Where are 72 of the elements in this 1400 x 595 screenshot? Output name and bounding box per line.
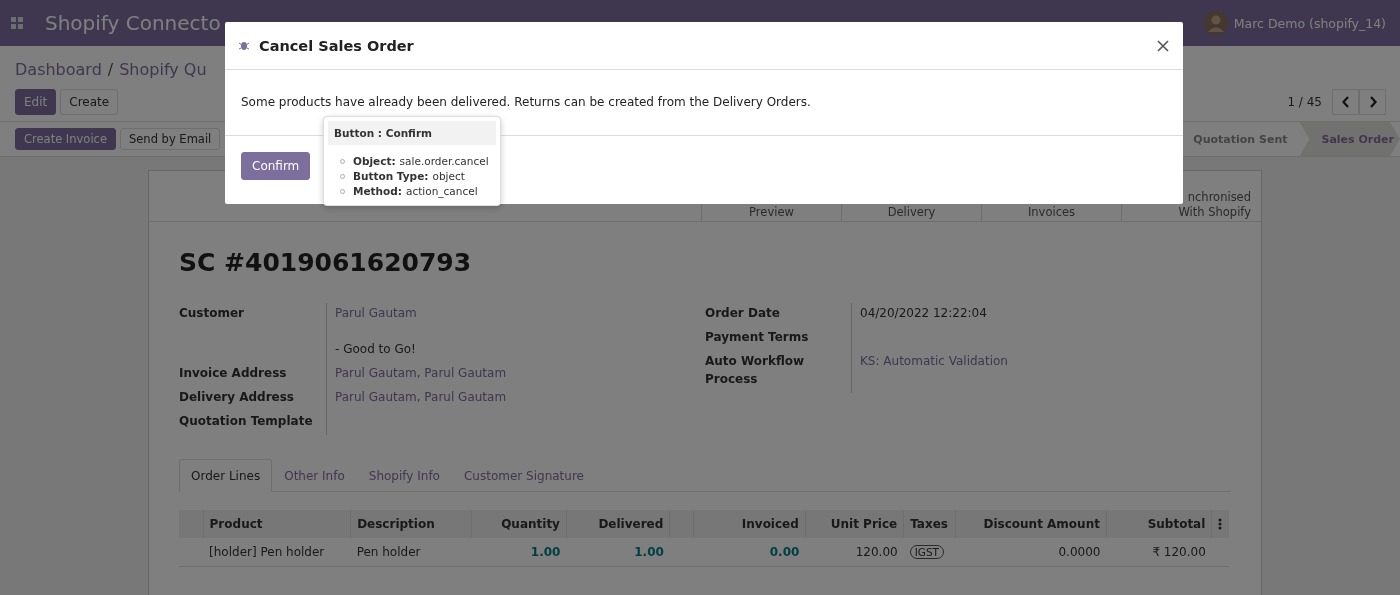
stat-label: Preview	[749, 205, 794, 220]
field-link[interactable]: KS: Automatic Validation	[860, 354, 1008, 368]
table-cell: ₹ 120.00	[1106, 538, 1212, 567]
table-cell: 120.00	[805, 538, 904, 567]
bug-icon	[239, 40, 249, 51]
tooltip-value: object	[432, 170, 465, 182]
column-header[interactable]: Taxes	[903, 510, 956, 538]
column-header[interactable]: Unit Price	[805, 510, 904, 538]
user-name[interactable]: Marc Demo (shopify_14)	[1233, 15, 1386, 31]
breadcrumb-item[interactable]: Shopify Qu	[119, 59, 207, 79]
field-link[interactable]: Parul Gautam	[335, 306, 417, 320]
table-cell: 0.0000	[955, 538, 1107, 567]
field-note: - Good to Go!	[335, 341, 417, 358]
pager-counter: 1 / 45	[1287, 95, 1322, 109]
bullet-icon	[340, 188, 345, 194]
next-button[interactable]	[1359, 89, 1386, 115]
record-title: SC #4019061620793	[179, 248, 473, 277]
bullet-icon	[340, 173, 345, 179]
column-header[interactable]: Quantity	[471, 510, 567, 538]
modal-title: Cancel Sales Order	[259, 37, 415, 54]
column-header[interactable]: Product	[203, 510, 351, 538]
stat-label: nchronised	[1187, 190, 1251, 205]
stat-label: With Shopify	[1178, 205, 1251, 220]
tooltip-value: sale.order.cancel	[399, 155, 489, 167]
more-options-icon	[1218, 518, 1223, 530]
table-cell: Pen holder	[350, 538, 472, 567]
tooltip-value: action_cancel	[406, 185, 478, 197]
bullet-icon	[340, 158, 345, 164]
field-label: Invoice Address	[179, 365, 288, 382]
close-button[interactable]	[1155, 37, 1171, 54]
field-label: Payment Terms	[705, 329, 810, 346]
field-label: Customer	[179, 305, 246, 322]
field-link[interactable]: Parul Gautam, Parul Gautam	[335, 390, 507, 404]
stat-label: Invoices	[1027, 205, 1076, 220]
status-step[interactable]: Sales Order	[1299, 122, 1400, 156]
field-label: Delivery Address	[179, 389, 295, 406]
table-cell: 0.00	[693, 538, 806, 567]
table-cell: [holder] Pen holder	[203, 538, 351, 567]
field-label: Order Date	[705, 305, 781, 322]
confirm-button[interactable]: Confirm	[241, 152, 311, 180]
apps-menu-icon	[11, 17, 23, 29]
field-link[interactable]: Parul Gautam, Parul Gautam	[335, 366, 507, 380]
tooltip-key: Button Type:	[353, 170, 429, 182]
action-button[interactable]: Send by Email	[120, 128, 221, 150]
breadcrumb-separator: /	[107, 59, 114, 79]
column-header[interactable]: Description	[350, 510, 472, 538]
notebook-tab[interactable]: Order Lines	[179, 459, 273, 492]
edit-button[interactable]: Edit	[15, 89, 57, 115]
notebook-tab[interactable]: Customer Signature	[451, 459, 596, 492]
previous-button[interactable]	[1332, 89, 1359, 115]
notebook-tab[interactable]: Shopify Info	[356, 459, 452, 492]
tooltip-title: Button : Confirm	[328, 121, 496, 145]
action-button[interactable]: Create Invoice	[15, 128, 116, 150]
avatar-icon	[1203, 11, 1228, 35]
close-icon	[1157, 39, 1169, 52]
field-label: Auto Workflow Process	[705, 353, 806, 388]
tooltip-key: Object:	[353, 155, 396, 167]
app-title[interactable]: Shopify Connecto	[45, 11, 221, 35]
table-cell: 1.00	[566, 538, 670, 567]
field-label: Quotation Template	[179, 413, 314, 430]
breadcrumb-item[interactable]: Dashboard	[15, 59, 102, 79]
table-cell: 1.00	[471, 538, 567, 567]
column-header[interactable]: Delivered	[566, 510, 670, 538]
notebook-tab[interactable]: Other Info	[272, 459, 357, 492]
column-header[interactable]: Subtotal	[1106, 510, 1212, 538]
create-button[interactable]: Create	[60, 89, 119, 115]
tooltip-key: Method:	[353, 185, 402, 197]
chevron-left-icon	[1341, 96, 1350, 108]
chevron-right-icon	[1368, 96, 1377, 108]
stat-label: Delivery	[887, 205, 936, 220]
column-header[interactable]: Invoiced	[693, 510, 806, 538]
column-header[interactable]: Discount Amount	[955, 510, 1107, 538]
